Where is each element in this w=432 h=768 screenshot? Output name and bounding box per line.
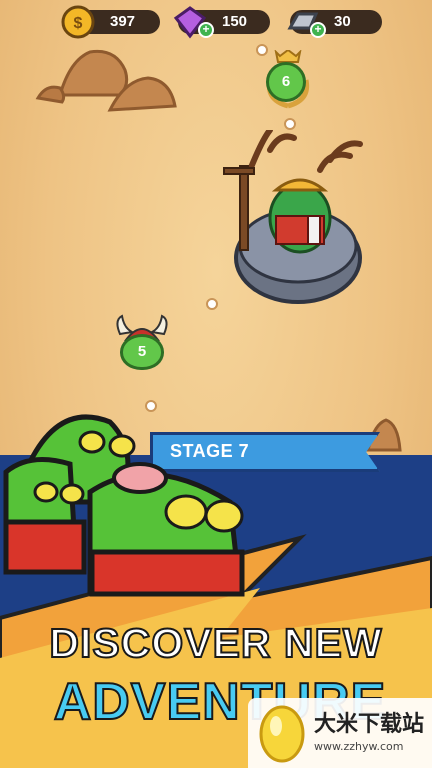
coins-value: 397: [110, 13, 136, 30]
level-node-number: 6: [281, 73, 291, 90]
monster-characters: [3, 414, 245, 597]
add-gems-icon[interactable]: +: [198, 22, 214, 38]
add-metal-icon[interactable]: +: [310, 22, 326, 38]
level-node-lower[interactable]: 5: [120, 334, 164, 370]
egg-logo-icon: [259, 705, 305, 763]
gems-counter[interactable]: + 150: [173, 6, 270, 39]
coin-icon: $: [61, 5, 95, 39]
watermark-title: 大米下载站: [314, 712, 425, 737]
metal-value: 30: [334, 13, 351, 30]
path-dot: [284, 118, 296, 130]
gems-value: 150: [222, 13, 248, 30]
watermark-url: www.zzhyw.com: [314, 740, 404, 753]
metal-counter[interactable]: + 30: [287, 10, 382, 38]
promo-title-line1: DISCOVER NEW: [48, 619, 383, 667]
rock-formation: [35, 49, 177, 112]
svg-text:$: $: [74, 15, 83, 32]
coins-counter[interactable]: $ 397: [61, 5, 160, 39]
level-node-upper[interactable]: 6: [266, 62, 306, 102]
level-node-number: 5: [137, 343, 147, 360]
boss-platform: [223, 130, 363, 304]
